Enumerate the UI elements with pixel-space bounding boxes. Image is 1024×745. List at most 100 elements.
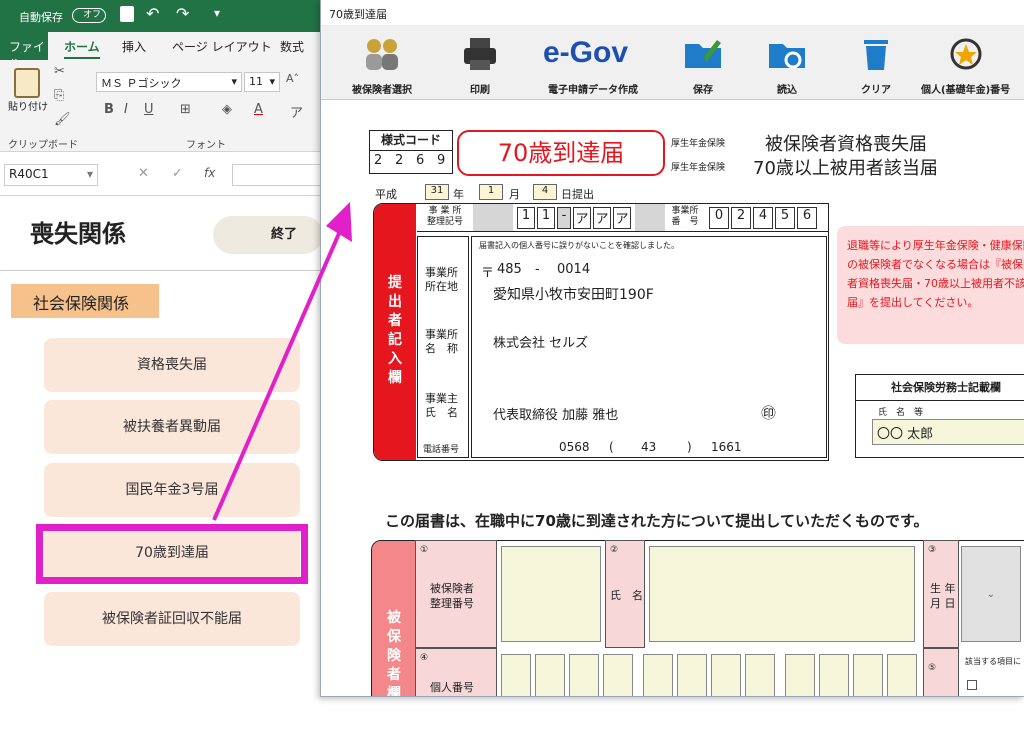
borders-icon[interactable]: ⊞ [180, 102, 191, 117]
tel-part-3[interactable]: 1661 [711, 440, 742, 454]
office-code-char: ア [593, 207, 611, 229]
save-icon[interactable] [120, 6, 134, 22]
office-code-char: ア [613, 207, 631, 229]
sharoushi-name-field[interactable]: 〇〇 太郎 [872, 419, 1024, 445]
office-code-char: 1 [517, 207, 535, 229]
mynumber-digit[interactable] [887, 654, 917, 696]
save-button[interactable]: 保存 [658, 26, 748, 100]
italic-button[interactable]: I [124, 102, 128, 117]
hokensho-kaishu-button[interactable]: 被保険者証回収不能届 [44, 592, 300, 646]
sheet-title: 喪失関係 [30, 220, 126, 248]
tab-page-layout[interactable]: ページ レイアウト [172, 38, 272, 55]
print-button[interactable]: 印刷 [435, 26, 525, 100]
mynumber-label-cell: ④ 個人番号 [415, 648, 497, 696]
mynumber-digit[interactable] [853, 654, 883, 696]
tel-part-1[interactable]: 0568 [559, 440, 590, 454]
tab-insert[interactable]: 挿入 [122, 38, 146, 55]
customize-qat-icon[interactable]: ▾ [214, 6, 220, 20]
font-color-icon[interactable]: A [254, 102, 263, 117]
postal-code-2[interactable]: 0014 [557, 262, 590, 277]
enter-icon[interactable]: ✓ [172, 166, 183, 181]
kokumin-nenkin-button[interactable]: 国民年金3号届 [44, 463, 300, 517]
end-button[interactable]: 終了 [213, 216, 323, 254]
grow-font-icon[interactable]: A˄ [286, 72, 299, 85]
office-code-shade [635, 204, 665, 231]
egov-logo-icon: e-Gov [543, 36, 629, 69]
paste-icon[interactable] [14, 68, 40, 98]
format-painter-icon[interactable]: 🖌 [54, 112, 71, 127]
group-clipboard-label: クリップボード [8, 140, 78, 151]
name-box[interactable]: R40C1 ▾ [4, 164, 98, 186]
star-refresh-icon [950, 38, 982, 70]
office-code-row: 事 業 所 整理記号 1 1 - ア ア ア 事業所 番 号 0 2 4 5 6 [417, 204, 829, 232]
mynumber-digit[interactable] [677, 654, 707, 696]
year-field[interactable]: 31 [425, 184, 449, 200]
select-insured-button[interactable]: 被保険者選択 [337, 26, 427, 100]
style-code-digit: 6 [416, 153, 425, 168]
sharoushi-box: 社会保険労務士記載欄 氏 名 等 〇〇 太郎 [855, 374, 1024, 458]
shikaku-soshitsu-button[interactable]: 資格喪失届 [44, 338, 300, 392]
style-code-digit: 2 [374, 153, 383, 168]
underline-button[interactable]: U [144, 102, 154, 117]
fill-color-icon[interactable]: ◈ [222, 102, 232, 117]
mynumber-digit[interactable] [711, 654, 741, 696]
dialog-toolbar: 被保険者選択 印刷 e-Gov 電子申請データ作成 保存 読込 クリア 個人(基… [321, 26, 1024, 100]
submitter-side-label: 提 出 者 記 入 欄 [374, 204, 416, 460]
mynumber-digit[interactable] [785, 654, 815, 696]
load-button[interactable]: 読込 [742, 26, 832, 100]
clear-button[interactable]: クリア [831, 26, 921, 100]
mynumber-digit[interactable] [569, 654, 599, 696]
bold-button[interactable]: B [104, 102, 114, 117]
style-code-digit: 9 [437, 153, 446, 168]
office-no-digit: 6 [797, 207, 817, 229]
statement-text: この届書は、在職中に70歳に到達された方について提出していただくものです。 [385, 512, 929, 530]
copy-icon[interactable]: ⎘ [54, 88, 64, 103]
day-field[interactable]: 4 [533, 184, 557, 200]
group-font-label: フォント [186, 140, 226, 151]
address-label: 事業所 所在地 [425, 266, 458, 293]
owner-value[interactable]: 代表取締役 加藤 雅也 [493, 404, 618, 423]
name-field[interactable] [649, 546, 915, 642]
tab-file[interactable]: ファイル [0, 32, 48, 71]
office-code-shade [473, 204, 513, 231]
font-name-select[interactable]: ＭＳ Ｐゴシック ▾ [96, 72, 242, 92]
postal-code-1[interactable]: 485 [497, 262, 522, 277]
office-code-char: 1 [537, 207, 555, 229]
paste-label[interactable]: 貼り付け [8, 98, 48, 113]
mynumber-digit[interactable] [501, 654, 531, 696]
insured-no-field[interactable] [501, 546, 601, 642]
company-value[interactable]: 株式会社 セルズ [493, 332, 588, 351]
autosave-label: 自動保存 [19, 11, 63, 24]
font-size-select[interactable]: 11 ▾ [244, 72, 280, 92]
tab-home[interactable]: ホーム [64, 38, 100, 59]
sharoushi-name-label: 氏 名 等 [878, 408, 924, 418]
birthdate-dropdown[interactable]: ⌄ [961, 546, 1021, 642]
fx-icon[interactable]: fx [204, 166, 215, 180]
redo-icon[interactable]: ↷ [176, 4, 189, 23]
cut-icon[interactable]: ✂ [54, 64, 65, 79]
mynumber-digit[interactable] [535, 654, 565, 696]
mynumber-digit[interactable] [643, 654, 673, 696]
egov-button[interactable]: e-Gov 電子申請データ作成 [533, 26, 653, 100]
month-field[interactable]: 1 [479, 184, 503, 200]
phonetic-icon[interactable]: ア [290, 102, 303, 121]
formula-input[interactable] [232, 164, 332, 186]
tel-open: ( [609, 440, 614, 454]
mynumber-digit[interactable] [745, 654, 775, 696]
dialog-title: 70歳到達届 [321, 0, 1024, 26]
address-value[interactable]: 愛知県小牧市安田町190F [493, 284, 654, 304]
hifuyousha-idou-button[interactable]: 被扶養者異動届 [44, 400, 300, 454]
form-heading-2: 70歳以上被用者該当届 [753, 158, 938, 179]
owner-label: 事業主 氏 名 [425, 392, 458, 419]
mynumber-button[interactable]: 個人(基礎年金)番号 [921, 26, 1024, 100]
mynumber-digit[interactable] [819, 654, 849, 696]
item-checkbox[interactable] [967, 680, 977, 690]
autosave-toggle[interactable]: オフ [72, 8, 106, 23]
undo-icon[interactable]: ↶ [146, 4, 159, 23]
cancel-icon[interactable]: ✕ [138, 166, 149, 181]
confirm-note: 届書記入の個人番号に誤りがないことを確認しました。 [479, 241, 679, 250]
mynumber-digit[interactable] [603, 654, 633, 696]
tab-formulas[interactable]: 数式 [280, 38, 304, 55]
tel-part-2[interactable]: 43 [641, 440, 656, 454]
office-code-char: - [557, 207, 571, 229]
